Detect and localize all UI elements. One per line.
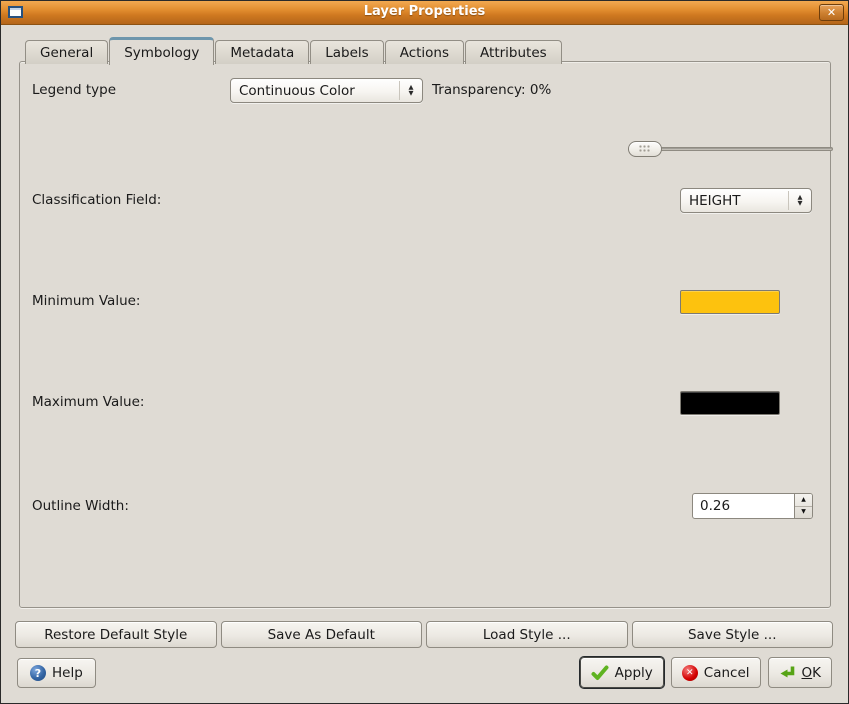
check-icon	[591, 665, 609, 681]
button-label: Save As Default	[268, 627, 375, 643]
spin-buttons: ▲ ▼	[794, 494, 812, 518]
tab-general[interactable]: General	[25, 40, 108, 64]
tab-label: Actions	[400, 45, 449, 61]
minimum-value-color-button[interactable]	[680, 290, 780, 314]
chevron-down-icon: ▼	[801, 509, 806, 515]
outline-width-input[interactable]: 0.26	[693, 494, 794, 518]
spin-up-button[interactable]: ▲	[795, 494, 812, 507]
maximum-value-label: Maximum Value:	[32, 390, 144, 414]
button-label: Apply	[615, 665, 653, 681]
return-arrow-icon	[779, 665, 796, 681]
button-label: Cancel	[704, 665, 750, 681]
tab-labels[interactable]: Labels	[310, 40, 383, 64]
slider-handle[interactable]	[628, 141, 662, 157]
restore-default-style-button[interactable]: Restore Default Style	[15, 621, 217, 648]
transparency-slider[interactable]	[628, 140, 833, 158]
help-button[interactable]: ? Help	[17, 658, 96, 688]
save-as-default-button[interactable]: Save As Default	[221, 621, 423, 648]
tab-label: Metadata	[230, 45, 294, 61]
close-button[interactable]: ✕	[819, 4, 844, 21]
classification-field-value: HEIGHT	[681, 189, 788, 212]
help-icon: ?	[30, 665, 46, 681]
apply-button[interactable]: Apply	[580, 657, 664, 688]
maximum-value-color-button[interactable]	[680, 391, 780, 415]
layer-properties-dialog: Layer Properties ✕ General Symbology Met…	[0, 0, 849, 704]
chevron-up-down-icon: ▲▼	[788, 191, 811, 210]
cancel-x-icon: ✕	[682, 665, 698, 681]
button-label: Save Style ...	[688, 627, 777, 643]
ok-button[interactable]: OK	[768, 657, 833, 688]
window-title: Layer Properties	[1, 4, 848, 19]
minimum-value-label: Minimum Value:	[32, 289, 140, 313]
tab-attributes[interactable]: Attributes	[465, 40, 562, 64]
tab-metadata[interactable]: Metadata	[215, 40, 309, 64]
button-label: Help	[52, 665, 83, 681]
button-label: Restore Default Style	[44, 627, 187, 643]
dialog-action-row: Apply ✕ Cancel OK	[580, 657, 832, 688]
legend-type-value: Continuous Color	[231, 79, 399, 102]
classification-field-select[interactable]: HEIGHT ▲▼	[680, 188, 812, 213]
chevron-up-down-icon: ▲▼	[399, 81, 422, 100]
transparency-label: Transparency: 0%	[432, 78, 551, 103]
outline-width-label: Outline Width:	[32, 493, 129, 519]
cancel-button[interactable]: ✕ Cancel	[671, 657, 761, 688]
button-label: Load Style ...	[483, 627, 571, 643]
load-style-button[interactable]: Load Style ...	[426, 621, 628, 648]
titlebar[interactable]: Layer Properties ✕	[1, 1, 848, 25]
legend-type-select[interactable]: Continuous Color ▲▼	[230, 78, 423, 103]
tab-label: Symbology	[124, 45, 199, 61]
close-icon: ✕	[827, 6, 836, 19]
legend-type-label: Legend type	[32, 78, 116, 103]
tab-actions[interactable]: Actions	[385, 40, 464, 64]
grip-dots-icon	[639, 145, 652, 154]
tab-label: General	[40, 45, 93, 61]
symbology-panel: Legend type Continuous Color ▲▼ Transpar…	[19, 61, 831, 608]
outline-width-spinbox[interactable]: 0.26 ▲ ▼	[692, 493, 813, 519]
button-label: OK	[802, 665, 822, 681]
classification-field-label: Classification Field:	[32, 188, 161, 213]
spin-down-button[interactable]: ▼	[795, 507, 812, 519]
tab-bar: General Symbology Metadata Labels Action…	[25, 37, 563, 64]
tab-label: Labels	[325, 45, 368, 61]
tab-label: Attributes	[480, 45, 547, 61]
style-button-row: Restore Default Style Save As Default Lo…	[15, 621, 833, 648]
tab-symbology[interactable]: Symbology	[109, 37, 214, 65]
save-style-button[interactable]: Save Style ...	[632, 621, 834, 648]
chevron-up-icon: ▲	[801, 497, 806, 503]
